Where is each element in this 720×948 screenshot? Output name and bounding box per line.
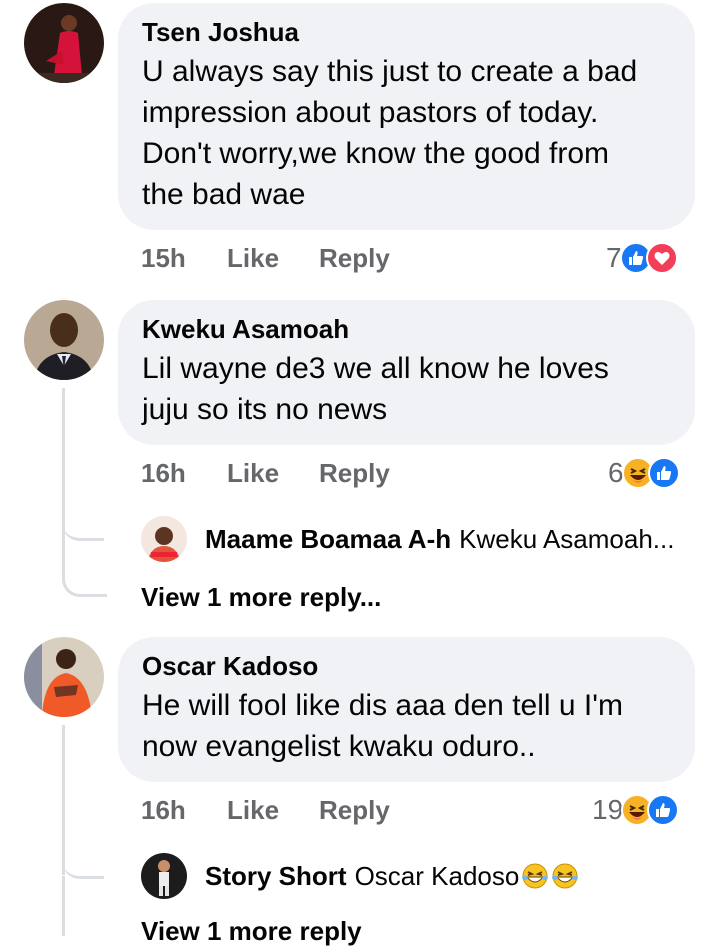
like-icon xyxy=(647,457,680,489)
reply-author[interactable]: Maame Boamaa A-h xyxy=(205,524,451,555)
reactions-summary[interactable]: 19 xyxy=(592,792,680,828)
thread-connector xyxy=(62,876,107,936)
reply-preview[interactable]: Story Short Oscar Kadoso xyxy=(141,853,579,899)
laughing-tears-emoji-icon xyxy=(522,863,549,889)
comment-text: He will fool like dis aaa den tell u I'm… xyxy=(142,689,623,763)
comment-text: U always say this just to create a bad i… xyxy=(142,55,638,211)
timestamp[interactable]: 16h xyxy=(141,458,227,489)
comment-bubble: Tsen Joshua U always say this just to cr… xyxy=(118,3,695,230)
comment-bubble: Kweku Asamoah Lil wayne de3 we all know … xyxy=(118,300,695,445)
view-more-replies[interactable]: View 1 more reply... xyxy=(141,580,381,614)
like-button[interactable]: Like xyxy=(227,243,319,274)
avatar xyxy=(141,853,187,899)
love-icon xyxy=(645,242,678,274)
comment-actions: 16h Like Reply xyxy=(141,455,390,491)
comment-actions: 15h Like Reply xyxy=(141,240,390,276)
laughing-tears-emoji-icon xyxy=(552,863,579,889)
reply-preview[interactable]: Maame Boamaa A-h Kweku Asamoah... xyxy=(141,516,674,562)
reply-button[interactable]: Reply xyxy=(319,243,390,274)
thread-connector xyxy=(62,500,104,541)
reply-button[interactable]: Reply xyxy=(319,795,390,826)
commenter-name[interactable]: Oscar Kadoso xyxy=(142,649,671,683)
like-button[interactable]: Like xyxy=(227,795,319,826)
reply-button[interactable]: Reply xyxy=(319,458,390,489)
reactions-summary[interactable]: 7 xyxy=(606,240,678,276)
reply-text: Kweku Asamoah... xyxy=(459,523,675,554)
reaction-count: 19 xyxy=(592,794,624,825)
thread-connector xyxy=(62,838,104,879)
avatar[interactable] xyxy=(24,637,104,717)
commenter-name[interactable]: Kweku Asamoah xyxy=(142,312,671,346)
reply-author[interactable]: Story Short xyxy=(205,861,347,892)
avatar[interactable] xyxy=(24,3,104,83)
timestamp[interactable]: 16h xyxy=(141,795,227,826)
comment-text: Lil wayne de3 we all know he loves juju … xyxy=(142,352,609,426)
like-icon xyxy=(647,794,680,826)
reactions-summary[interactable]: 6 xyxy=(608,455,680,491)
avatar[interactable] xyxy=(24,300,104,380)
view-more-replies[interactable]: View 1 more reply xyxy=(141,914,362,948)
timestamp[interactable]: 15h xyxy=(141,243,227,274)
like-button[interactable]: Like xyxy=(227,458,319,489)
reply-text: Oscar Kadoso xyxy=(354,860,520,891)
comment-actions: 16h Like Reply xyxy=(141,792,390,828)
thread-connector xyxy=(62,538,107,597)
commenter-name[interactable]: Tsen Joshua xyxy=(142,15,671,49)
comment-bubble: Oscar Kadoso He will fool like dis aaa d… xyxy=(118,637,695,782)
avatar xyxy=(141,516,187,562)
